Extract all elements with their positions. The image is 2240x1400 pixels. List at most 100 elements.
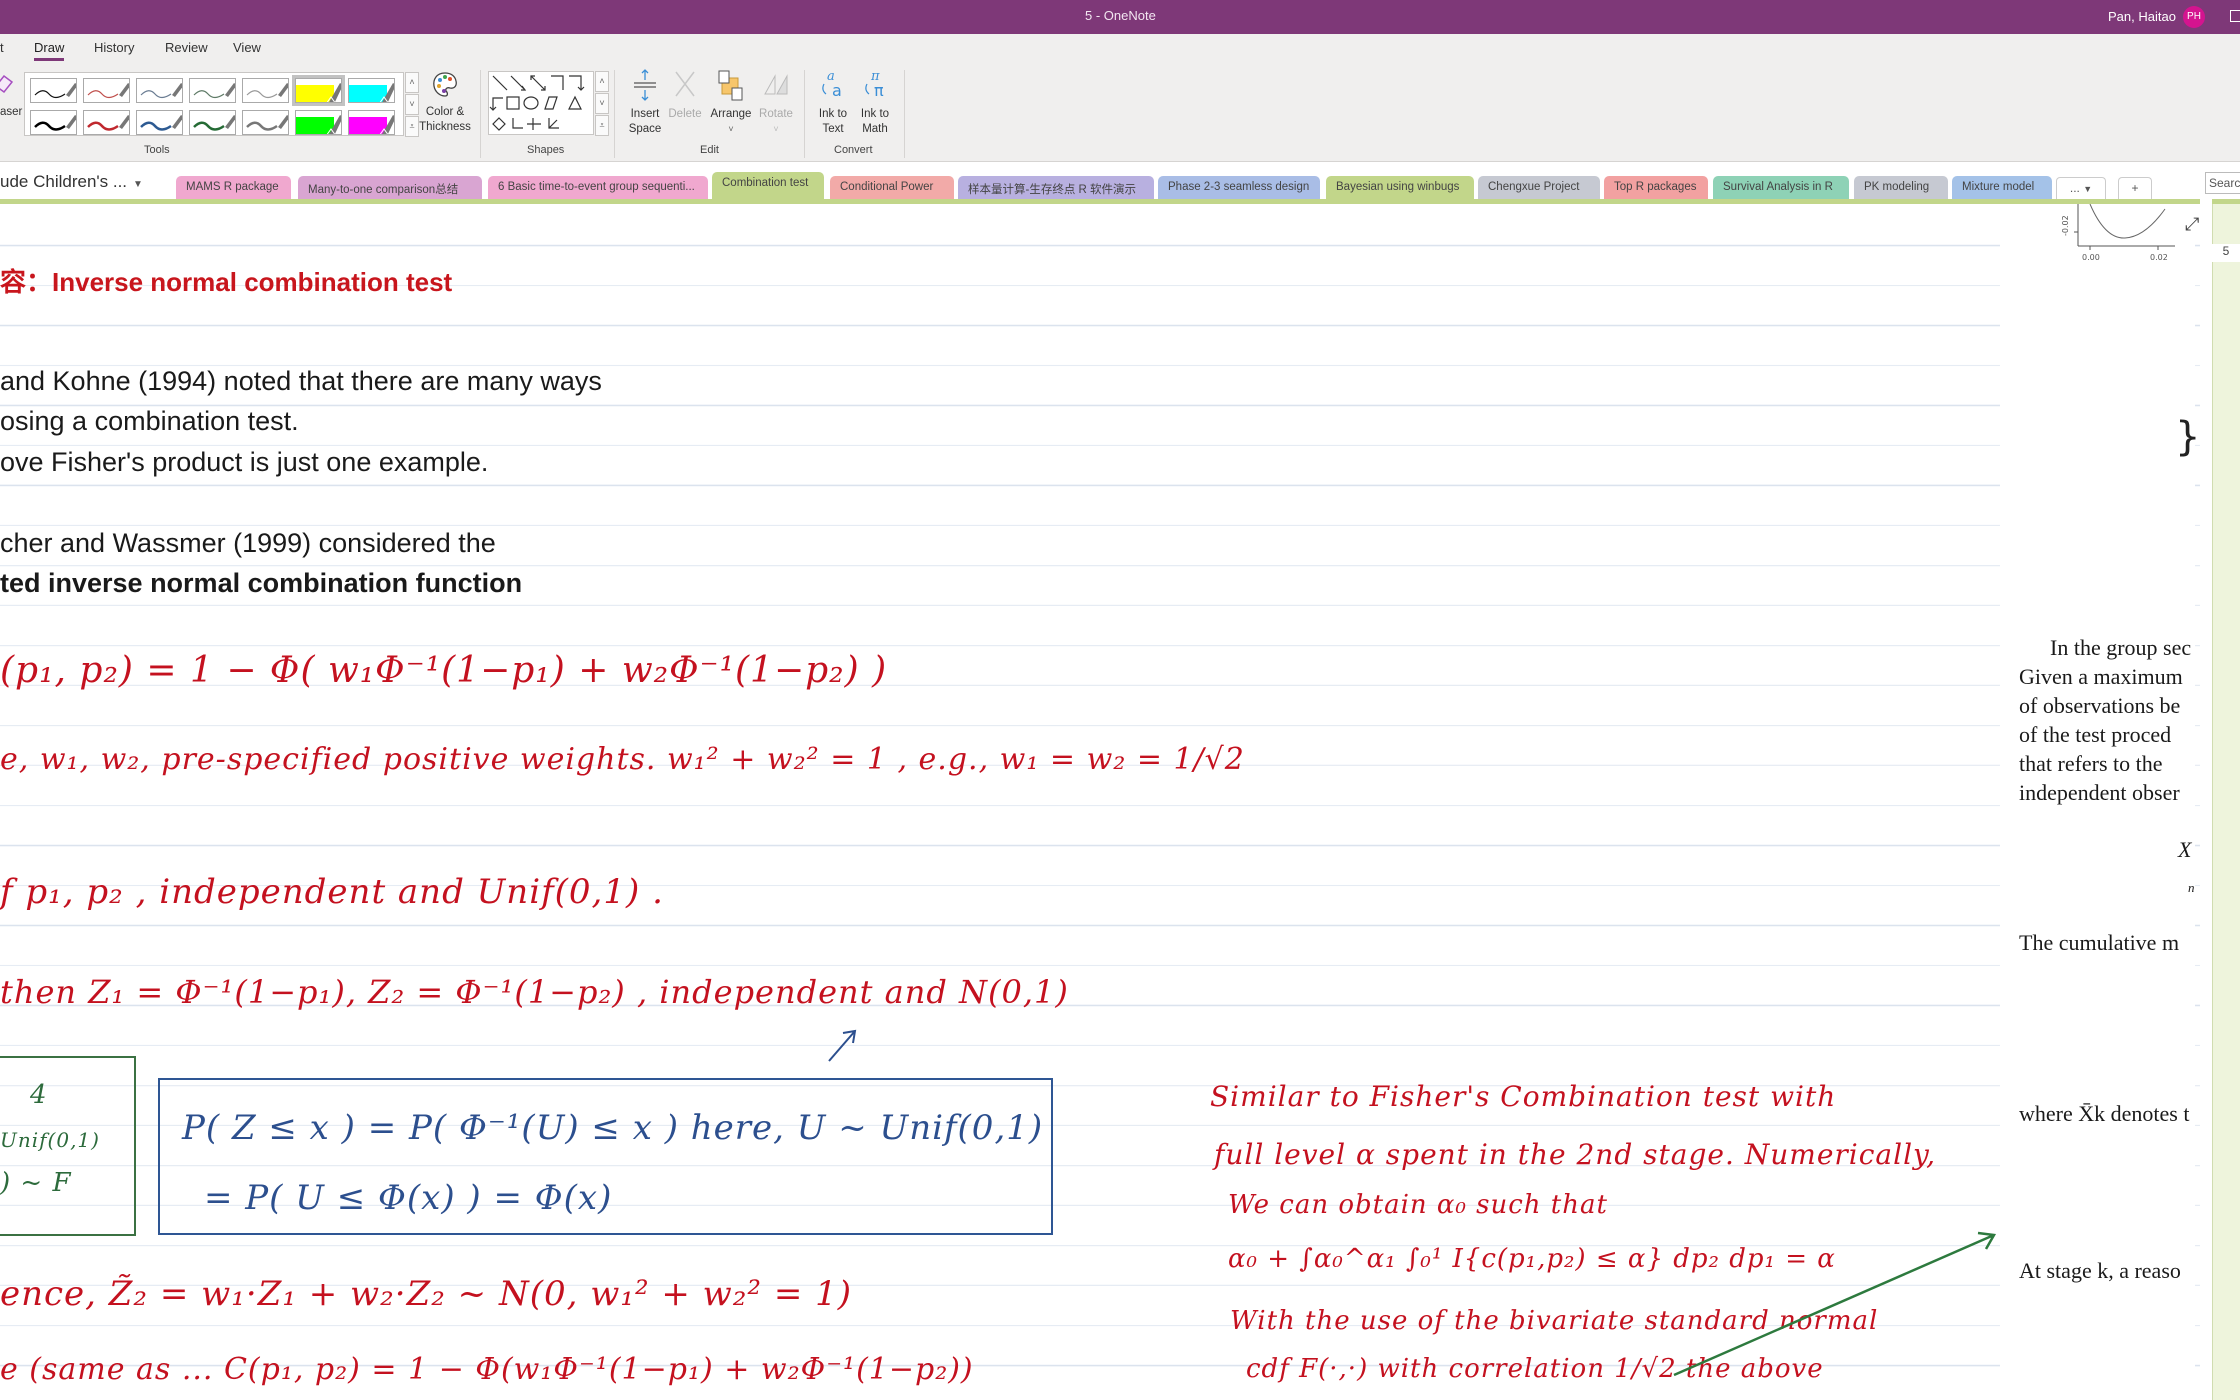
book-line: The cumulative m xyxy=(2019,930,2180,955)
section-tab[interactable]: Conditional Power xyxy=(830,176,954,200)
rotate-button[interactable]: Rotate ˅ xyxy=(754,68,798,137)
text-line[interactable]: and Kohne (1994) noted that there are ma… xyxy=(0,366,602,397)
pen-red-pen-thin[interactable] xyxy=(83,78,130,103)
text-line[interactable]: cher and Wassmer (1999) considered the xyxy=(0,528,496,559)
pen-yellow-highlighter[interactable] xyxy=(292,75,345,106)
shapes-scroll-down[interactable]: ˅ xyxy=(595,93,609,114)
restore-window-icon[interactable] xyxy=(2230,10,2240,22)
insert-space-button[interactable]: Insert Space xyxy=(624,68,666,137)
pen-black-pen-thick[interactable] xyxy=(30,110,77,135)
section-tab[interactable]: Phase 2-3 seamless design xyxy=(1158,176,1320,200)
section-tab[interactable]: Bayesian using winbugs xyxy=(1326,176,1474,200)
section-tab[interactable]: Chengxue Project xyxy=(1478,176,1600,200)
page-heading[interactable]: 容：Inverse normal combination test xyxy=(0,262,452,299)
pen-icon xyxy=(193,83,235,99)
tab-insert[interactable]: t xyxy=(0,40,4,55)
pen-icon xyxy=(140,115,182,131)
shapes-icons xyxy=(489,75,585,131)
ink-note-line[interactable]: Similar to Fisher's Combination test wit… xyxy=(1210,1080,1836,1113)
shapes-scroll-up[interactable]: ˄ xyxy=(595,71,609,92)
section-tab[interactable]: PK modeling xyxy=(1854,176,1948,200)
eraser-icon[interactable] xyxy=(0,72,14,96)
section-tab[interactable]: Many-to-one comparison总结 xyxy=(298,176,482,200)
tab-view[interactable]: View xyxy=(233,40,261,55)
text-line[interactable]: osing a combination test. xyxy=(0,406,299,437)
book-line: of the test proced xyxy=(2019,722,2172,747)
section-tab[interactable]: Top R packages xyxy=(1604,176,1708,200)
insert-space-icon xyxy=(634,69,656,101)
delete-label: Delete xyxy=(668,108,702,120)
expand-icon[interactable]: ⤢ xyxy=(2185,214,2199,235)
edit-group-label: Edit xyxy=(700,144,719,156)
ribbon-tab-bar: t Draw History Review View xyxy=(0,34,2240,64)
ink-line[interactable]: f p₁, p₂ , independent and Unif(0,1) . xyxy=(0,872,664,912)
gallery-scroll-up[interactable]: ˄ xyxy=(405,72,419,93)
pen-icon xyxy=(246,115,288,131)
book-line: of observations be xyxy=(2019,693,2181,718)
pen-gray-pen-thin[interactable] xyxy=(242,78,289,103)
section-tab[interactable]: Survival Analysis in R xyxy=(1713,176,1849,200)
title-bar: 5 - OneNote Pan, Haitao PH xyxy=(0,0,2240,34)
tools-group-label: Tools xyxy=(144,144,170,156)
ink-line[interactable]: ence, Z̃₂ = w₁·Z₁ + w₂·Z₂ ~ N(0, w₁² + w… xyxy=(0,1274,852,1314)
ink-line[interactable]: e (same as ... C(p₁, p₂) = 1 − Φ(w₁Φ⁻¹(1… xyxy=(0,1352,974,1386)
user-name[interactable]: Pan, Haitao xyxy=(2108,9,2176,24)
ink-line[interactable]: then Z₁ = Φ⁻¹(1−p₁), Z₂ = Φ⁻¹(1−p₂) , in… xyxy=(0,973,1069,1011)
pen-blue-pen-thick[interactable] xyxy=(136,110,183,135)
book-line: independent obser xyxy=(2019,780,2180,805)
pen-green-pen-thick[interactable] xyxy=(189,110,236,135)
rotate-label: Rotate xyxy=(759,108,793,120)
pages-pane xyxy=(2212,204,2240,1400)
shapes-gallery[interactable] xyxy=(488,71,594,135)
chevron-down-icon: ▼ xyxy=(133,179,143,190)
pen-green-pen-thin[interactable] xyxy=(189,78,236,103)
pen-red-pen-thick[interactable] xyxy=(83,110,130,135)
ribbon-separator xyxy=(904,70,905,158)
user-avatar[interactable]: PH xyxy=(2183,6,2205,28)
green-ink-arrow xyxy=(1673,1231,1997,1377)
pen-icon xyxy=(34,115,76,131)
section-tab[interactable]: Combination test xyxy=(712,172,824,200)
ink-note-line[interactable]: We can obtain α₀ such that xyxy=(1228,1190,1608,1220)
section-tab[interactable]: 样本量计算-生存终点 R 软件演示 xyxy=(958,176,1154,200)
page-list-item[interactable]: 5 xyxy=(2212,244,2240,262)
more-sections-button[interactable]: ... ▼ xyxy=(2056,177,2106,200)
ink-formula[interactable]: (p₁, p₂) = 1 − Φ( w₁Φ⁻¹(1−p₁) + w₂Φ⁻¹(1−… xyxy=(0,650,887,691)
tab-history[interactable]: History xyxy=(94,40,134,55)
arrange-icon xyxy=(718,70,743,101)
section-tab[interactable]: MAMS R package xyxy=(176,176,291,200)
text-line[interactable]: ove Fisher's product is just one example… xyxy=(0,447,488,478)
pen-gray-pen-thick[interactable] xyxy=(242,110,289,135)
pen-black-pen-thin[interactable] xyxy=(30,78,77,103)
ink-to-text-button[interactable]: a a Ink to Text xyxy=(812,68,854,137)
arrange-button[interactable]: Arrange ˅ xyxy=(706,68,756,137)
notebook-name: ude Children's ... xyxy=(0,172,128,191)
eraser-button[interactable]: aser xyxy=(0,106,22,118)
plot-xtick-label: 0.02 xyxy=(2150,253,2168,262)
notebook-selector[interactable]: ude Children's ... ▼ xyxy=(0,172,143,192)
delete-button[interactable]: Delete xyxy=(664,68,706,122)
pen-magenta-highlighter[interactable] xyxy=(348,110,395,135)
tab-draw[interactable]: Draw xyxy=(34,40,65,61)
ink-note-line[interactable]: full level α spent in the 2nd stage. Num… xyxy=(1214,1138,1936,1171)
section-tab[interactable]: 6 Basic time-to-event group sequenti... xyxy=(488,176,708,200)
arrange-dropdown-icon: ˅ xyxy=(728,124,734,134)
book-formula-sub: n xyxy=(2188,880,2195,895)
svg-text:a: a xyxy=(832,81,842,100)
color-thickness-button[interactable]: Color & Thickness xyxy=(419,70,471,135)
color-thickness-label: Color & Thickness xyxy=(419,106,471,133)
ink-green-line: ) ~ F xyxy=(0,1168,72,1198)
section-tab[interactable]: Mixture model xyxy=(1952,176,2052,200)
search-input[interactable]: Search xyxy=(2205,172,2240,194)
book-line: Given a maximum xyxy=(2019,664,2183,689)
text-line-bold[interactable]: ted inverse normal combination function xyxy=(0,568,522,599)
book-line: In the group sec xyxy=(2050,635,2192,660)
shapes-expand[interactable]: ⩡ xyxy=(595,115,609,136)
tab-review[interactable]: Review xyxy=(165,40,208,55)
add-section-button[interactable]: + xyxy=(2118,177,2152,200)
pen-cyan-highlighter[interactable] xyxy=(348,78,395,103)
pen-green-highlighter[interactable] xyxy=(295,110,342,135)
ink-to-math-button[interactable]: π π Ink to Math xyxy=(854,68,896,137)
ink-line[interactable]: e, w₁, w₂, pre-specified positive weight… xyxy=(0,742,1245,777)
pen-blue-pen-thin[interactable] xyxy=(136,78,183,103)
